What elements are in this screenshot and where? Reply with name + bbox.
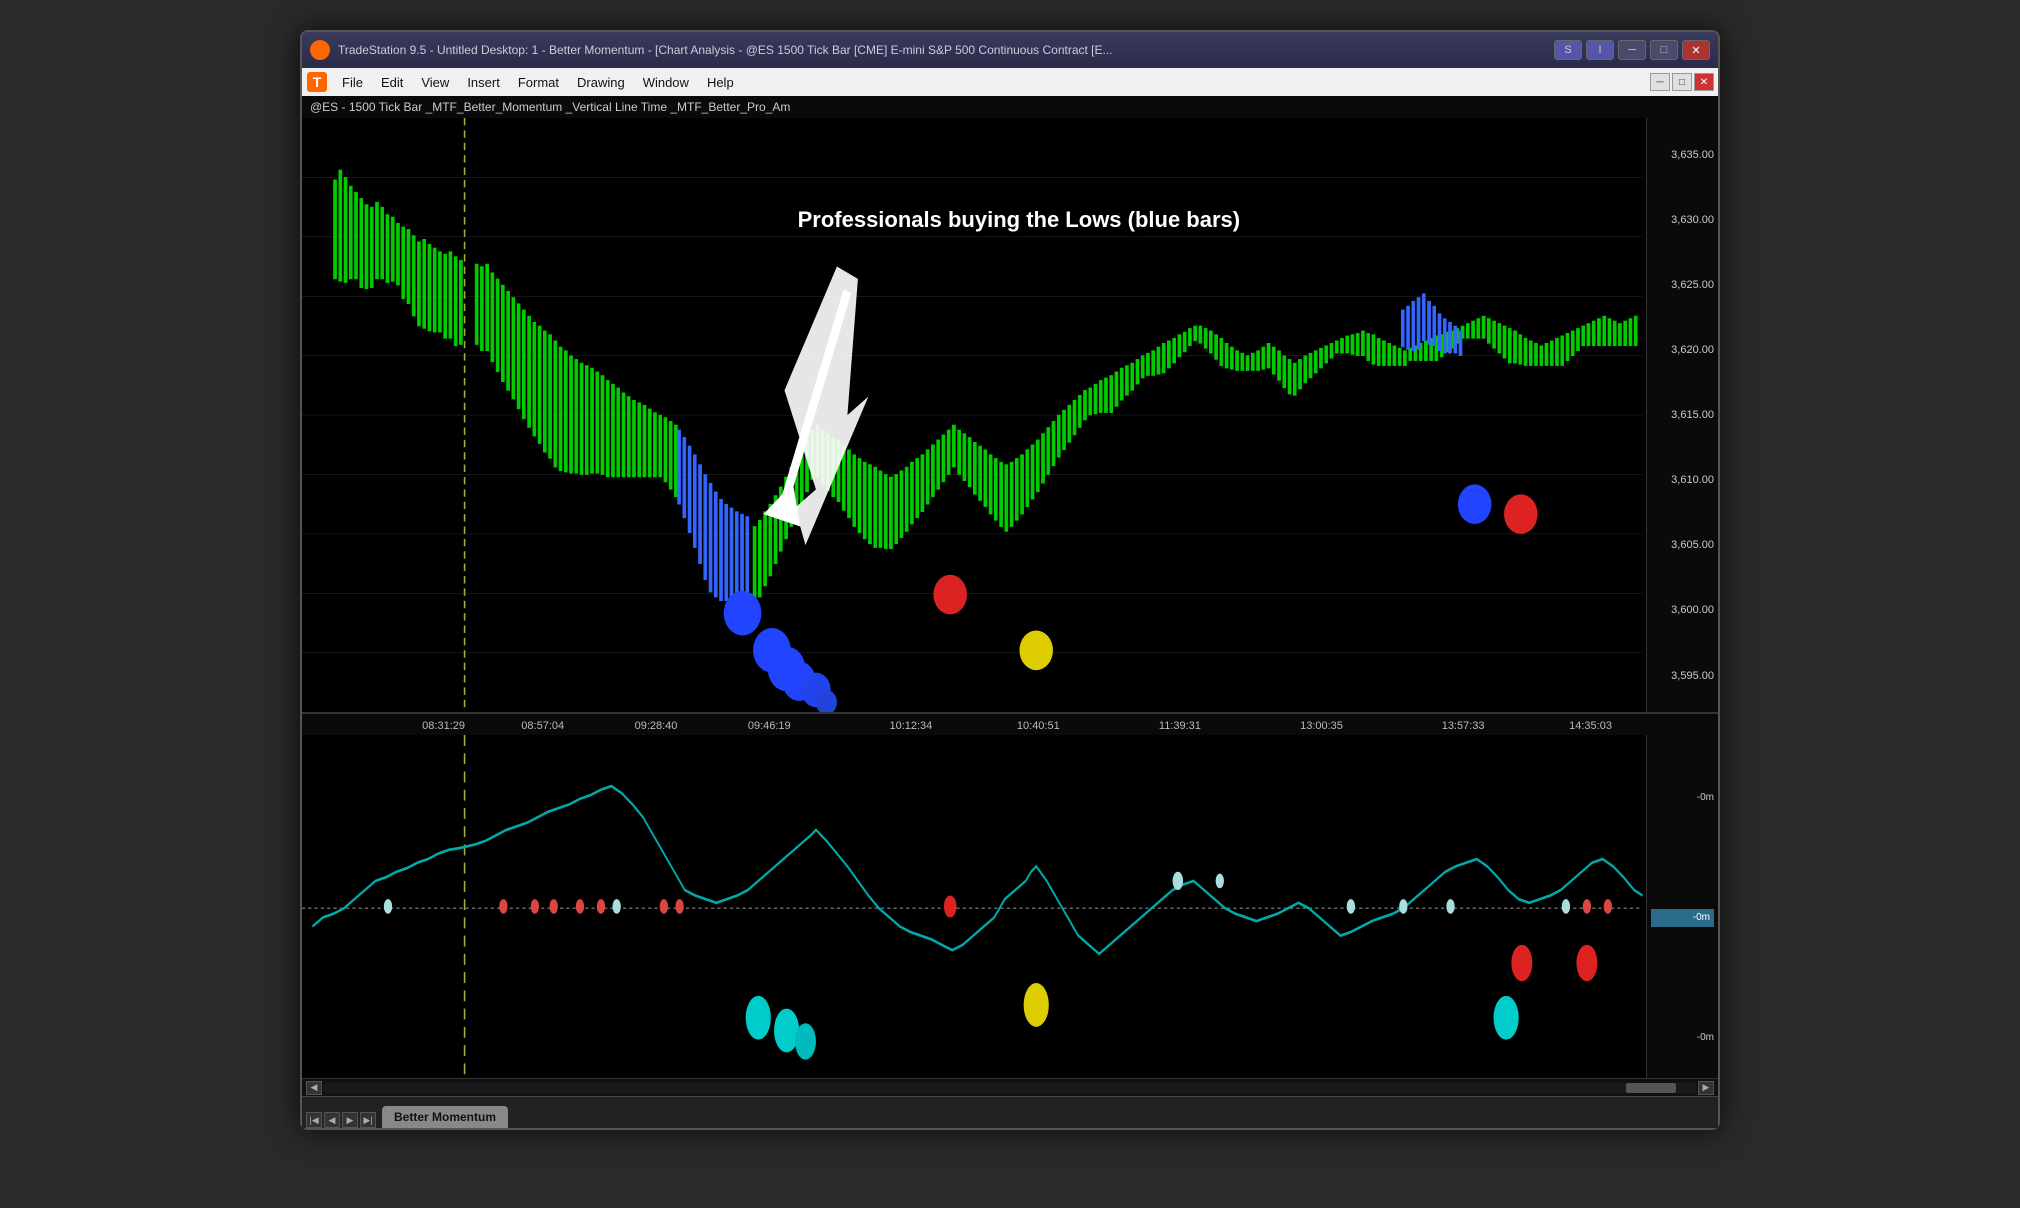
price-3595: 3,595.00 bbox=[1651, 670, 1714, 682]
price-scale: 3,635.00 3,630.00 3,625.00 3,620.00 3,61… bbox=[1646, 118, 1718, 712]
lower-price-bottom: -0m bbox=[1651, 1032, 1714, 1043]
scroll-thumb[interactable] bbox=[1626, 1083, 1676, 1093]
x-label-1040: 10:40:51 bbox=[1017, 720, 1060, 732]
menu-bar: T File Edit View Insert Format Drawing W… bbox=[302, 68, 1718, 96]
tab-bar: |◀ ◀ ▶ ▶| Better Momentum bbox=[302, 1096, 1718, 1128]
chart-subtitle: @ES - 1500 Tick Bar _MTF_Better_Momentum… bbox=[302, 96, 1718, 118]
s-button[interactable]: S bbox=[1554, 40, 1582, 60]
x-label-0928: 09:28:40 bbox=[635, 720, 678, 732]
main-window: TradeStation 9.5 - Untitled Desktop: 1 -… bbox=[300, 30, 1720, 1130]
x-axis: 08:31:29 08:57:04 09:28:40 09:46:19 10:1… bbox=[302, 713, 1718, 735]
x-label-0857: 08:57:04 bbox=[521, 720, 564, 732]
price-3630: 3,630.00 bbox=[1651, 214, 1714, 226]
upper-chart: Professionals buying the Lows (blue bars… bbox=[302, 118, 1718, 713]
inner-minimize[interactable]: ─ bbox=[1650, 73, 1670, 91]
menu-help[interactable]: Help bbox=[699, 73, 742, 92]
title-bar-controls: S I ─ □ ✕ bbox=[1554, 40, 1710, 60]
nav-first[interactable]: |◀ bbox=[306, 1112, 322, 1128]
menu-drawing[interactable]: Drawing bbox=[569, 73, 633, 92]
nav-last[interactable]: ▶| bbox=[360, 1112, 376, 1128]
price-3615: 3,615.00 bbox=[1651, 409, 1714, 421]
lower-chart: _MTF_Better_Momentum_2 bbox=[302, 735, 1718, 1078]
lower-price-scale: -0m -0m -0m bbox=[1646, 735, 1718, 1078]
inner-maximize[interactable]: □ bbox=[1672, 73, 1692, 91]
chart-tab[interactable]: Better Momentum bbox=[382, 1106, 508, 1128]
price-3625: 3,625.00 bbox=[1651, 279, 1714, 291]
menu-file[interactable]: File bbox=[334, 73, 371, 92]
inner-close[interactable]: ✕ bbox=[1694, 73, 1714, 91]
indicator-chart-svg bbox=[302, 735, 1718, 1078]
x-label-1357: 13:57:33 bbox=[1442, 720, 1485, 732]
main-chart-svg bbox=[302, 118, 1718, 712]
scroll-left[interactable]: ◀ bbox=[306, 1081, 322, 1095]
menu-view[interactable]: View bbox=[413, 73, 457, 92]
x-label-1139: 11:39:31 bbox=[1159, 720, 1201, 732]
app-logo bbox=[310, 40, 330, 60]
window-title: TradeStation 9.5 - Untitled Desktop: 1 -… bbox=[338, 43, 1554, 57]
nav-next[interactable]: ▶ bbox=[342, 1112, 358, 1128]
app-menu-logo: T bbox=[306, 71, 328, 93]
lower-price-top: -0m bbox=[1651, 792, 1714, 803]
svg-text:T: T bbox=[313, 74, 322, 90]
nav-buttons: |◀ ◀ ▶ ▶| bbox=[306, 1112, 376, 1128]
x-label-0946: 09:46:19 bbox=[748, 720, 791, 732]
price-3635: 3,635.00 bbox=[1651, 149, 1714, 161]
scroll-right[interactable]: ▶ bbox=[1698, 1081, 1714, 1095]
chart-window: @ES - 1500 Tick Bar _MTF_Better_Momentum… bbox=[302, 96, 1718, 1128]
i-button[interactable]: I bbox=[1586, 40, 1614, 60]
price-3600: 3,600.00 bbox=[1651, 604, 1714, 616]
chart-scrollbar[interactable]: ◀ ▶ bbox=[302, 1078, 1718, 1096]
price-3620: 3,620.00 bbox=[1651, 344, 1714, 356]
x-label-1300: 13:00:35 bbox=[1300, 720, 1343, 732]
close-button[interactable]: ✕ bbox=[1682, 40, 1710, 60]
inner-window-controls: ─ □ ✕ bbox=[1650, 73, 1714, 91]
x-label-1435: 14:35:03 bbox=[1569, 720, 1612, 732]
scroll-track[interactable] bbox=[324, 1083, 1696, 1093]
minimize-button[interactable]: ─ bbox=[1618, 40, 1646, 60]
menu-window[interactable]: Window bbox=[635, 73, 697, 92]
lower-price-highlight: -0m bbox=[1651, 909, 1714, 927]
price-3610: 3,610.00 bbox=[1651, 474, 1714, 486]
maximize-button[interactable]: □ bbox=[1650, 40, 1678, 60]
chart-layout: Professionals buying the Lows (blue bars… bbox=[302, 118, 1718, 1078]
nav-prev[interactable]: ◀ bbox=[324, 1112, 340, 1128]
title-bar: TradeStation 9.5 - Untitled Desktop: 1 -… bbox=[302, 32, 1718, 68]
menu-format[interactable]: Format bbox=[510, 73, 567, 92]
x-label-0831: 08:31:29 bbox=[422, 720, 465, 732]
menu-insert[interactable]: Insert bbox=[459, 73, 508, 92]
price-3605: 3,605.00 bbox=[1651, 539, 1714, 551]
menu-edit[interactable]: Edit bbox=[373, 73, 411, 92]
x-label-1012: 10:12:34 bbox=[889, 720, 932, 732]
